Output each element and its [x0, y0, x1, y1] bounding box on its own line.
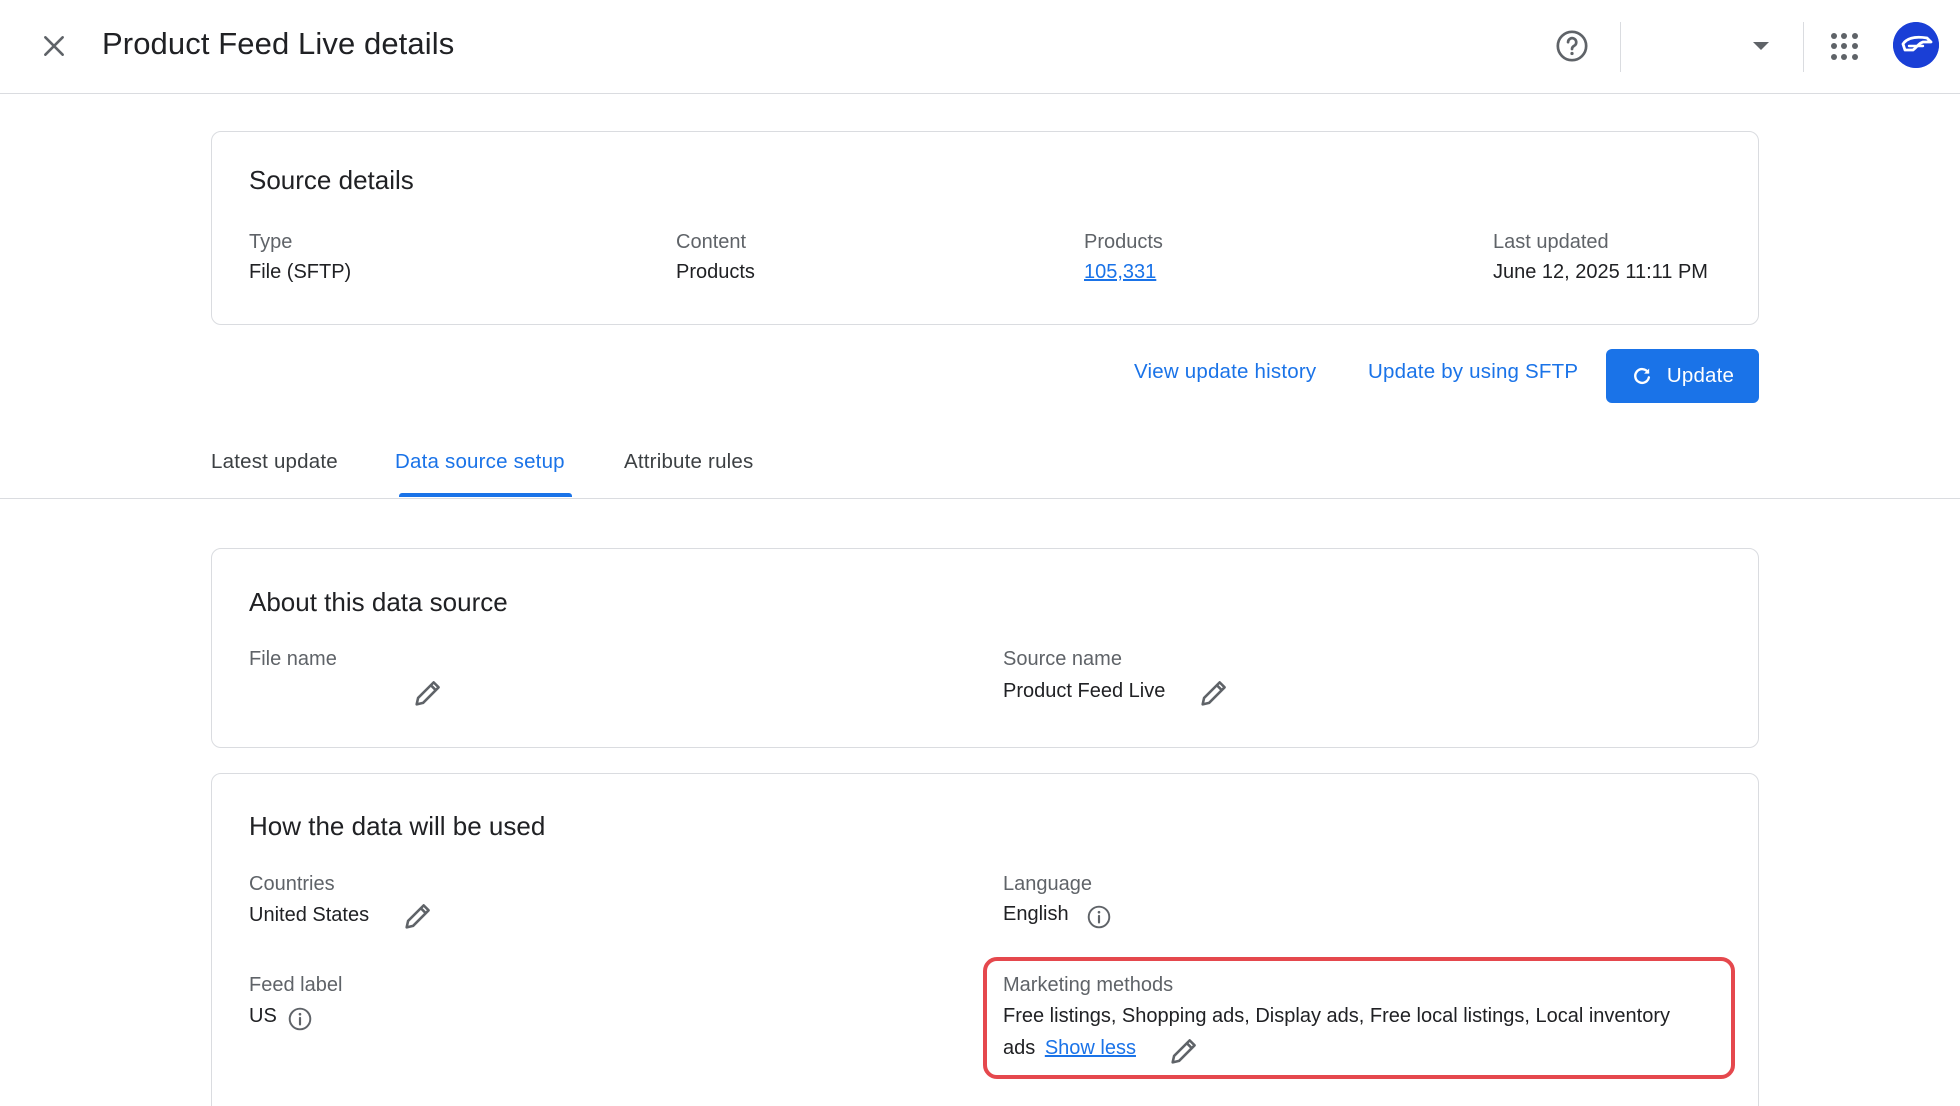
update-button-label: Update: [1666, 364, 1735, 387]
products-count-link[interactable]: 105,331: [1084, 261, 1156, 284]
page-title: Product Feed Live details: [102, 26, 455, 61]
update-by-sftp-button[interactable]: Update by using SFTP: [1368, 360, 1578, 384]
feed-label-value: US: [249, 1005, 277, 1027]
type-value: File (SFTP): [249, 261, 352, 283]
file-name-label: File name: [249, 648, 337, 670]
last-updated-label: Last updated: [1493, 231, 1609, 253]
about-data-source-title: About this data source: [249, 587, 508, 617]
content-value: Products: [676, 261, 755, 283]
tab-attribute-rules[interactable]: Attribute rules: [624, 450, 753, 474]
edit-file-name-pencil-icon[interactable]: [411, 676, 445, 710]
countries-label: Countries: [249, 873, 335, 895]
header-divider: [1620, 22, 1621, 72]
content-label: Content: [676, 231, 747, 253]
marketing-methods-highlight-box: [983, 957, 1735, 1079]
last-updated-value: June 12, 2025 11:11 PM: [1493, 261, 1708, 283]
avatar-logo: [1893, 22, 1939, 68]
close-button[interactable]: [30, 22, 78, 70]
about-data-source-card: About this data source File name Source …: [211, 548, 1759, 748]
source-details-title: Source details: [249, 165, 414, 195]
tabs-divider: [0, 498, 1960, 499]
source-name-label: Source name: [1003, 648, 1122, 670]
account-selector-dropdown[interactable]: [1625, 22, 1785, 70]
language-info-icon[interactable]: [1086, 904, 1112, 930]
help-button[interactable]: [1548, 22, 1596, 70]
tab-latest-update[interactable]: Latest update: [211, 450, 338, 474]
feed-label-info-icon[interactable]: [287, 1006, 313, 1032]
tab-data-source-setup[interactable]: Data source setup: [395, 450, 565, 474]
language-label: Language: [1003, 873, 1092, 895]
source-name-value: Product Feed Live: [1003, 680, 1166, 702]
feed-label-label: Feed label: [249, 974, 343, 996]
countries-value: United States: [249, 904, 370, 926]
view-update-history-button[interactable]: View update history: [1134, 360, 1316, 384]
language-value: English: [1003, 903, 1069, 925]
close-icon: [44, 36, 64, 56]
products-label: Products: [1084, 231, 1163, 253]
type-label: Type: [249, 231, 293, 253]
help-icon: [1556, 30, 1588, 62]
update-button[interactable]: Update: [1606, 349, 1759, 403]
account-avatar-icon[interactable]: [1893, 22, 1939, 68]
source-details-card: Source details Type File (SFTP) Content …: [211, 131, 1759, 325]
chevron-down-icon: [1753, 42, 1769, 50]
edit-countries-pencil-icon[interactable]: [401, 899, 435, 933]
edit-source-name-pencil-icon[interactable]: [1197, 676, 1231, 710]
refresh-icon: [1633, 367, 1650, 384]
data-usage-title: How the data will be used: [249, 811, 546, 841]
top-app-bar: Product Feed Live details: [0, 0, 1960, 94]
apps-grid-icon[interactable]: [1820, 22, 1868, 70]
active-tab-indicator: [399, 493, 572, 497]
header-divider: [1803, 22, 1804, 72]
